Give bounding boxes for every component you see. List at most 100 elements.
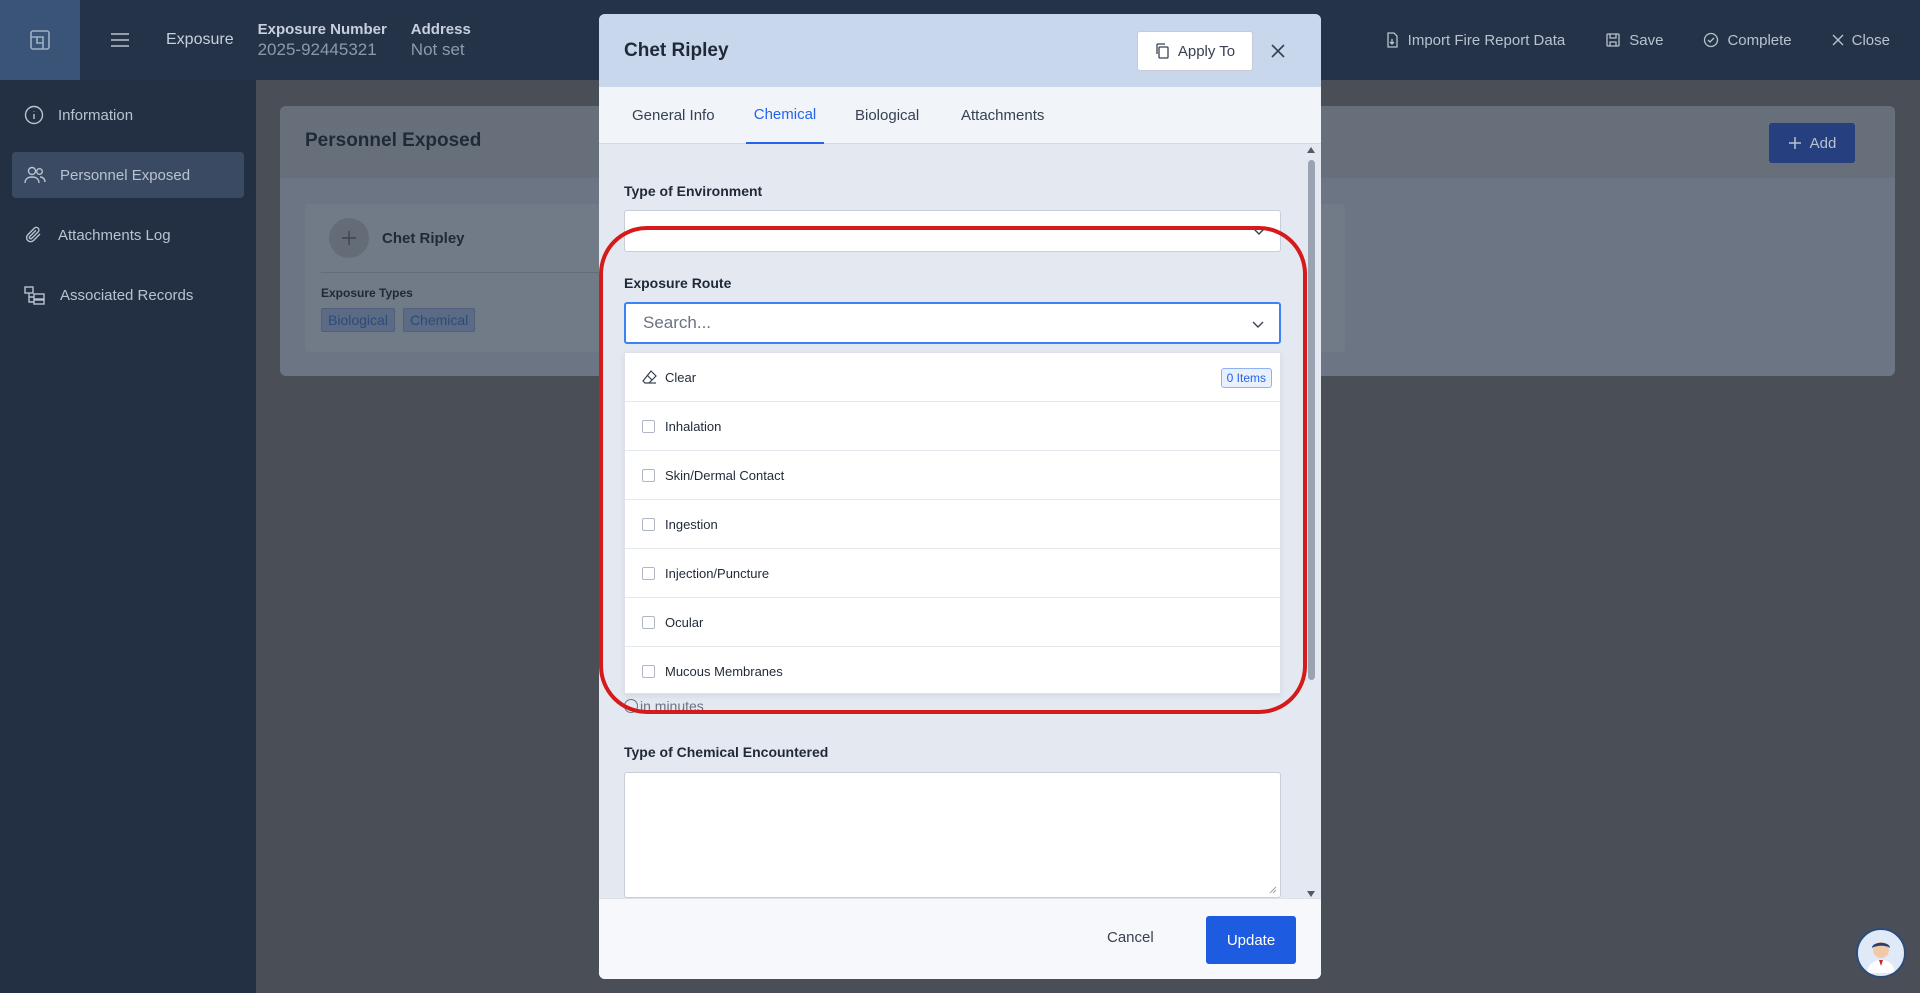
exposure-number-value: 2025-92445321: [257, 39, 377, 59]
modal-footer: Cancel Update: [599, 898, 1321, 979]
personnel-modal: Chet Ripley Apply To General Info Chemic…: [599, 14, 1321, 979]
exposure-types-label: Exposure Types: [321, 286, 413, 300]
personnel-name: Chet Ripley: [382, 230, 465, 247]
option-skin-dermal-contact[interactable]: Skin/Dermal Contact: [625, 451, 1280, 500]
search-placeholder: Search...: [643, 313, 712, 332]
apply-to-button[interactable]: Apply To: [1137, 31, 1253, 71]
modal-scrollbar[interactable]: [1305, 146, 1317, 898]
close-icon: [1271, 44, 1285, 58]
plus-icon: [342, 231, 356, 245]
close-button[interactable]: Close: [1832, 32, 1890, 49]
hamburger-icon: [111, 33, 129, 47]
duration-hint-text: in minutes: [640, 698, 704, 714]
option-label: Ocular: [665, 614, 704, 630]
avatar-icon: [1867, 942, 1895, 973]
checkbox[interactable]: [642, 517, 655, 531]
users-icon: [24, 166, 46, 184]
save-icon: [1606, 33, 1620, 47]
clear-label: Clear: [665, 369, 697, 385]
expand-personnel-button[interactable]: [329, 218, 369, 258]
breadcrumb[interactable]: Exposure: [166, 31, 234, 49]
sidebar-item-associated-records[interactable]: Associated Records: [12, 272, 244, 318]
exposure-types: Biological Chemical: [321, 308, 476, 332]
option-label: Inhalation: [665, 418, 722, 434]
exposure-route-search[interactable]: Search...: [624, 302, 1281, 344]
sidebar-item-personnel-exposed[interactable]: Personnel Exposed: [12, 152, 244, 198]
sidebar-item-information[interactable]: Information: [12, 92, 244, 138]
checkbox[interactable]: [642, 419, 655, 433]
scroll-thumb[interactable]: [1308, 160, 1315, 680]
tab-chemical[interactable]: Chemical: [746, 87, 824, 144]
close-label: Close: [1851, 31, 1890, 49]
exposure-route-dropdown: Clear 0 Items Inhalation Skin/Dermal Con…: [624, 352, 1281, 694]
clear-selection-button[interactable]: Clear 0 Items: [625, 353, 1280, 402]
checkbox[interactable]: [642, 665, 655, 678]
option-injection-puncture[interactable]: Injection/Puncture: [625, 549, 1280, 598]
modal-title: Chet Ripley: [624, 40, 729, 61]
sidebar: Information Personnel Exposed Attachment…: [0, 80, 256, 993]
plus-icon: [1788, 137, 1801, 149]
address-label: Address: [410, 20, 471, 38]
checkbox[interactable]: [642, 468, 655, 482]
option-mucous-membranes[interactable]: Mucous Membranes: [625, 647, 1280, 696]
tab-attachments[interactable]: Attachments: [961, 87, 1044, 144]
resize-handle-icon[interactable]: [1269, 886, 1277, 894]
option-label: Skin/Dermal Contact: [665, 467, 785, 483]
checkbox[interactable]: [642, 566, 655, 580]
close-icon: [1832, 34, 1844, 46]
assistant-avatar[interactable]: [1856, 928, 1906, 978]
save-label: Save: [1629, 31, 1664, 49]
address-value: Not set: [410, 39, 465, 59]
sidebar-item-label: Attachments Log: [58, 226, 171, 244]
complete-button[interactable]: Complete: [1703, 31, 1792, 49]
check-circle-icon: [1704, 32, 1719, 48]
info-icon: [624, 699, 638, 713]
exposure-number: Exposure Number 2025-92445321: [258, 21, 387, 60]
update-button[interactable]: Update: [1206, 916, 1296, 964]
modal-header: Chet Ripley Apply To: [599, 14, 1321, 87]
type-of-environment-select[interactable]: [624, 210, 1281, 252]
sidebar-item-label: Associated Records: [60, 286, 194, 304]
sidebar-item-label: Personnel Exposed: [60, 166, 191, 184]
chevron-down-icon: [1252, 321, 1264, 328]
duration-hint: in minutes: [624, 698, 704, 714]
chemical-encountered-textarea[interactable]: [624, 772, 1281, 898]
option-ingestion[interactable]: Ingestion: [625, 500, 1280, 549]
scroll-down-icon[interactable]: [1306, 890, 1316, 898]
modal-close-button[interactable]: [1265, 38, 1291, 64]
scroll-up-icon[interactable]: [1306, 146, 1316, 154]
info-icon: [24, 105, 44, 125]
modal-tabs: General Info Chemical Biological Attachm…: [599, 87, 1321, 144]
complete-label: Complete: [1727, 31, 1792, 49]
option-label: Ingestion: [665, 516, 718, 532]
import-fire-report-button[interactable]: Import Fire Report Data: [1384, 31, 1566, 49]
modal-body: Type of Environment Exposure Route Searc…: [599, 144, 1321, 898]
cancel-button[interactable]: Cancel: [1107, 929, 1154, 946]
menu-toggle-button[interactable]: [98, 18, 142, 62]
address: Address Not set: [411, 21, 471, 60]
checkbox[interactable]: [642, 615, 655, 629]
option-label: Injection/Puncture: [665, 565, 770, 581]
add-personnel-button[interactable]: Add: [1769, 123, 1855, 163]
option-inhalation[interactable]: Inhalation: [625, 402, 1280, 451]
add-label: Add: [1809, 134, 1837, 152]
exposure-number-label: Exposure Number: [257, 20, 387, 38]
selected-count-badge: 0 Items: [1220, 368, 1272, 388]
page-title: Personnel Exposed: [305, 130, 482, 151]
eraser-icon: [642, 370, 657, 384]
tab-biological[interactable]: Biological: [855, 87, 919, 144]
save-button[interactable]: Save: [1605, 32, 1663, 49]
option-ocular[interactable]: Ocular: [625, 598, 1280, 647]
import-label: Import Fire Report Data: [1407, 31, 1566, 49]
sidebar-item-label: Information: [58, 106, 134, 124]
paperclip-icon: [25, 226, 41, 243]
exposure-type-tag: Biological: [321, 308, 395, 332]
folder-tree-icon: [24, 286, 45, 305]
option-label: Mucous Membranes: [665, 664, 783, 679]
top-actions: Import Fire Report Data Save Complete Cl…: [1384, 0, 1890, 80]
copy-icon: [1156, 43, 1169, 59]
sidebar-item-attachments-log[interactable]: Attachments Log: [12, 212, 244, 258]
chevron-down-icon: [1253, 228, 1265, 235]
app-logo[interactable]: [0, 0, 80, 80]
tab-general-info[interactable]: General Info: [632, 87, 715, 144]
